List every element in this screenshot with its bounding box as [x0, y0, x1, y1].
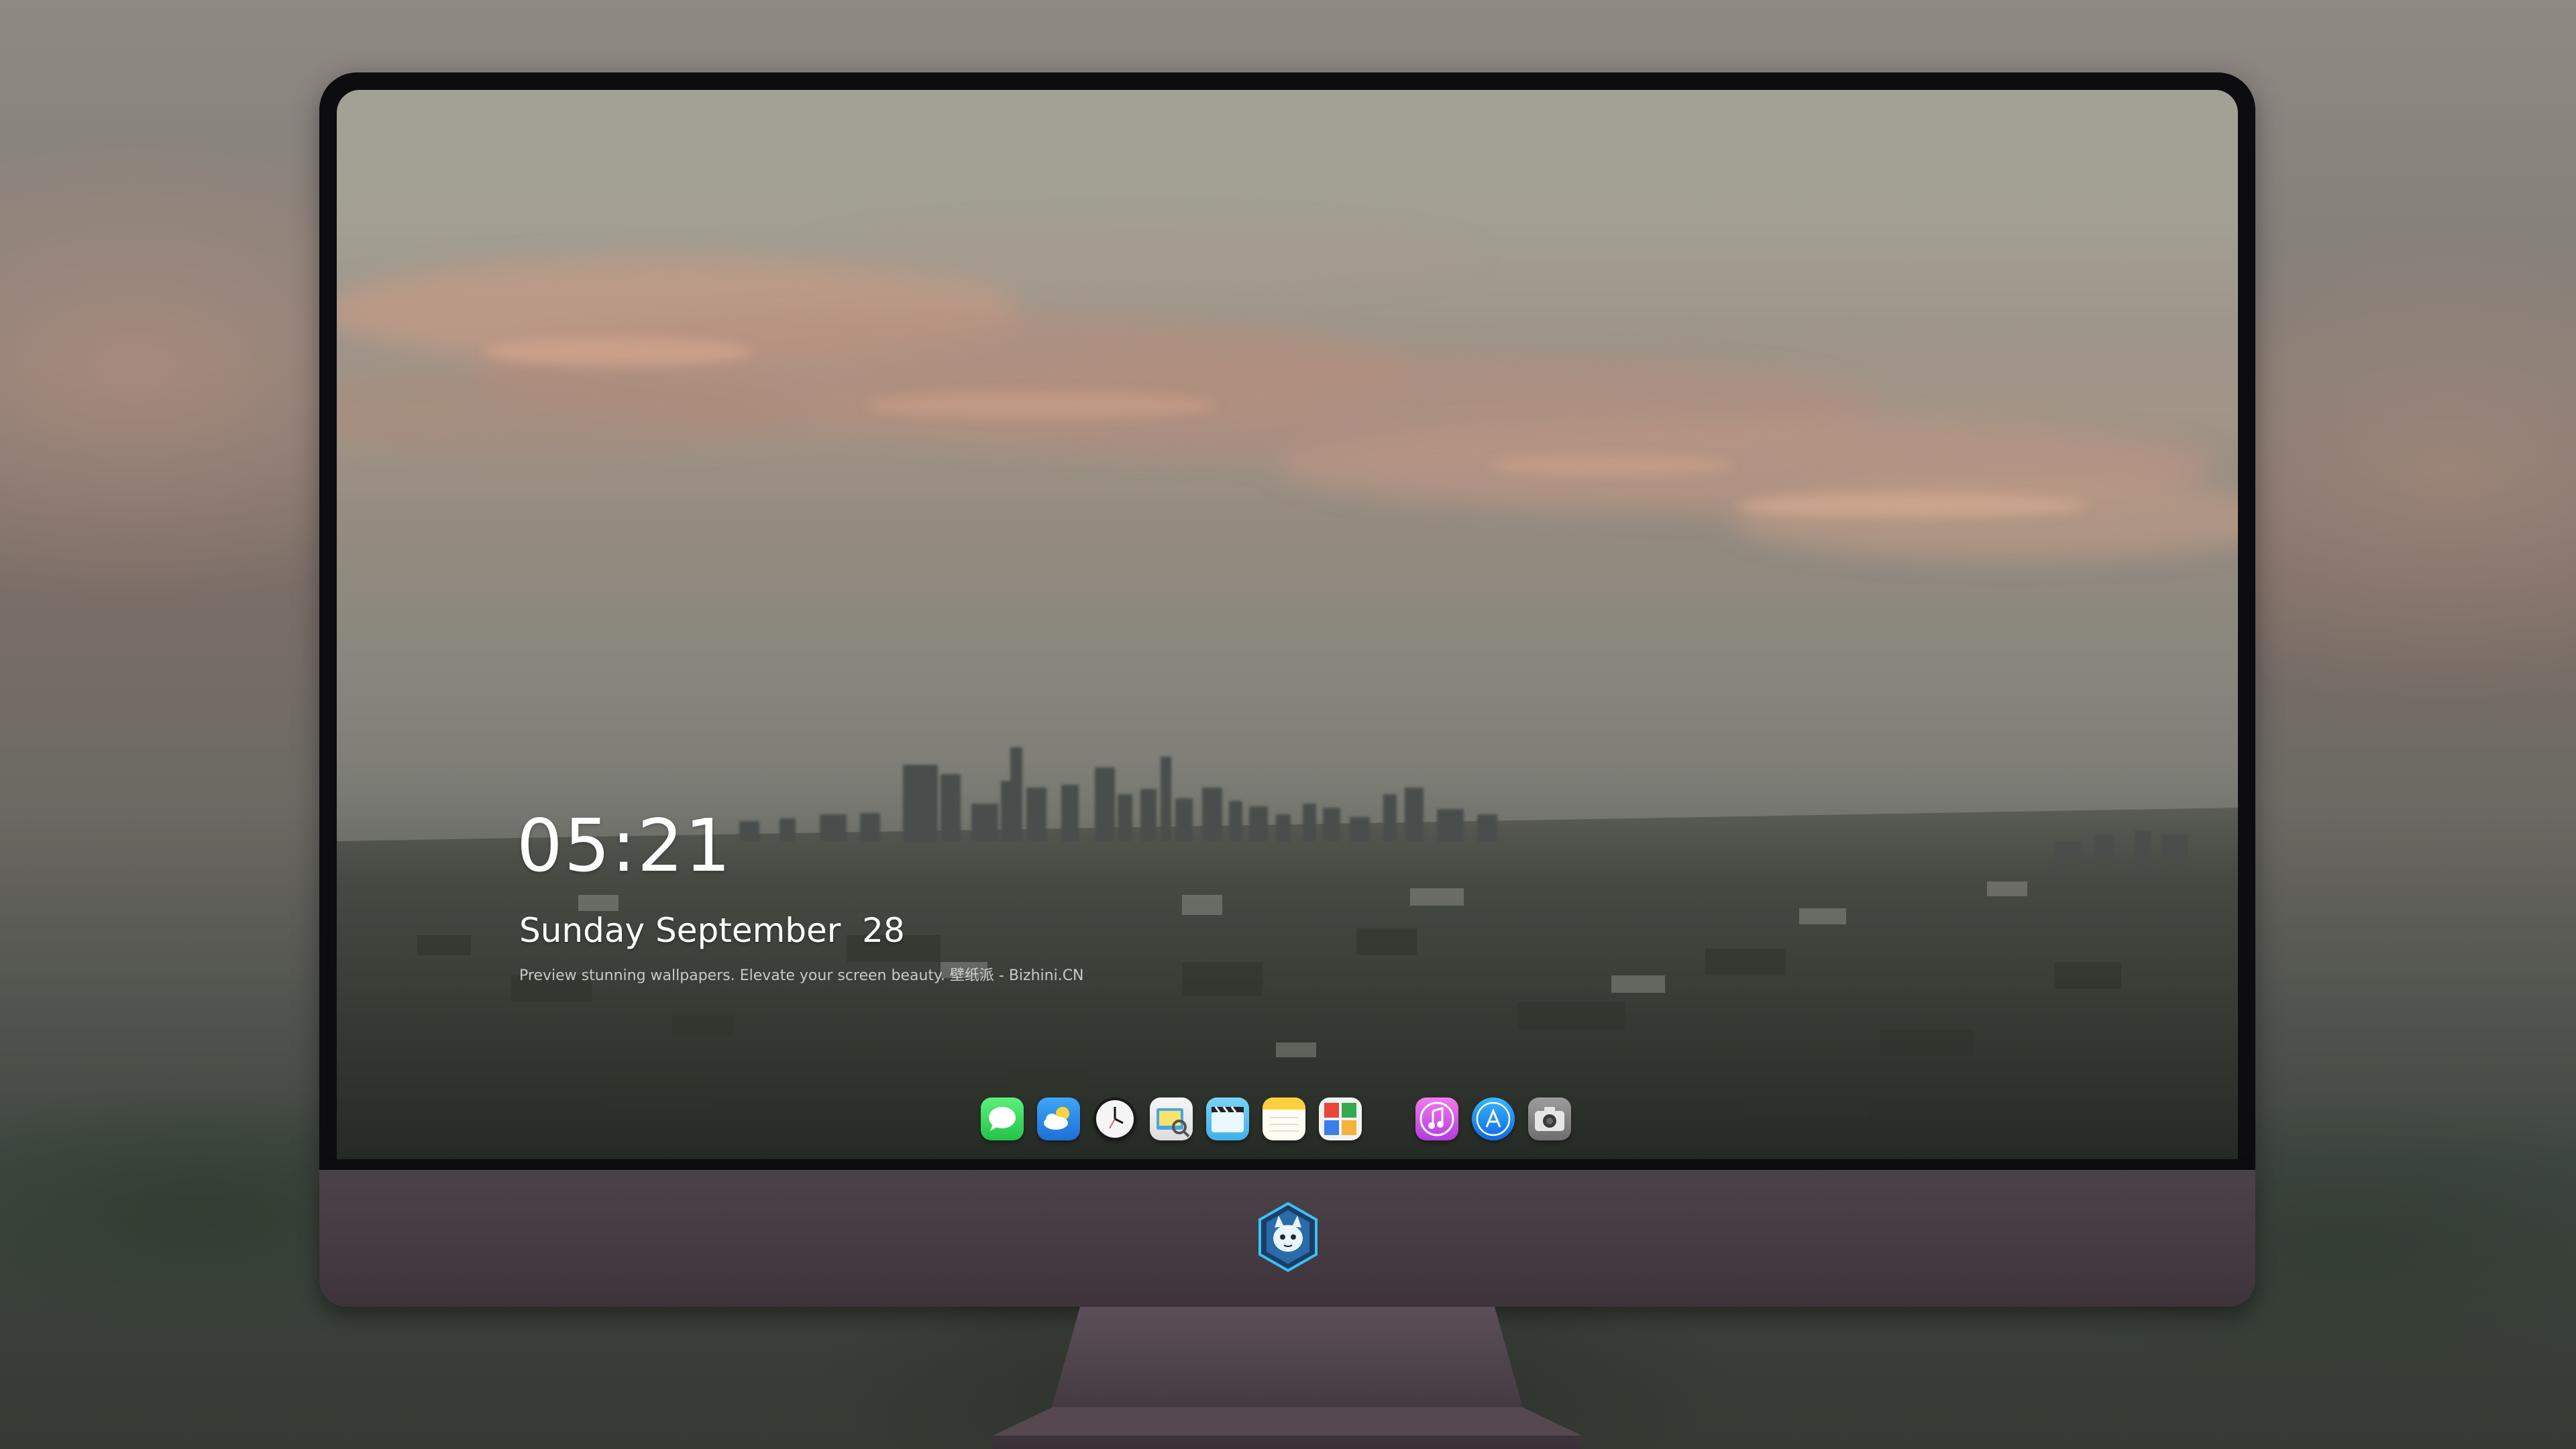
camera-icon[interactable]	[1528, 1097, 1571, 1140]
notes-icon[interactable]	[1263, 1097, 1305, 1140]
music-icon[interactable]	[1415, 1097, 1458, 1140]
clips-icon[interactable]	[1206, 1097, 1249, 1140]
clock-icon[interactable]	[1093, 1097, 1136, 1140]
brand-logo-icon	[1258, 1201, 1318, 1273]
display-chin	[319, 1170, 2255, 1307]
weather-icon[interactable]	[1037, 1097, 1080, 1140]
app-dock	[981, 1087, 1585, 1151]
imac-mockup: 05:21 Sunday September 28 Preview stunni…	[319, 72, 2255, 1449]
photo-booth-icon[interactable]	[1319, 1097, 1362, 1140]
wallpaper-caption: Preview stunning wallpapers. Elevate you…	[519, 967, 1084, 984]
app-store-icon[interactable]	[1472, 1097, 1515, 1140]
lockscreen-date: Sunday September 28	[519, 911, 905, 950]
desktop-screen: 05:21 Sunday September 28 Preview stunni…	[337, 90, 2238, 1159]
display-bezel: 05:21 Sunday September 28 Preview stunni…	[319, 72, 2255, 1170]
lockscreen-time: 05:21	[517, 804, 733, 888]
city-skyline	[337, 747, 2238, 1159]
imac-stand	[993, 1307, 1582, 1449]
messages-icon[interactable]	[981, 1097, 1024, 1140]
preview-icon[interactable]	[1150, 1097, 1193, 1140]
